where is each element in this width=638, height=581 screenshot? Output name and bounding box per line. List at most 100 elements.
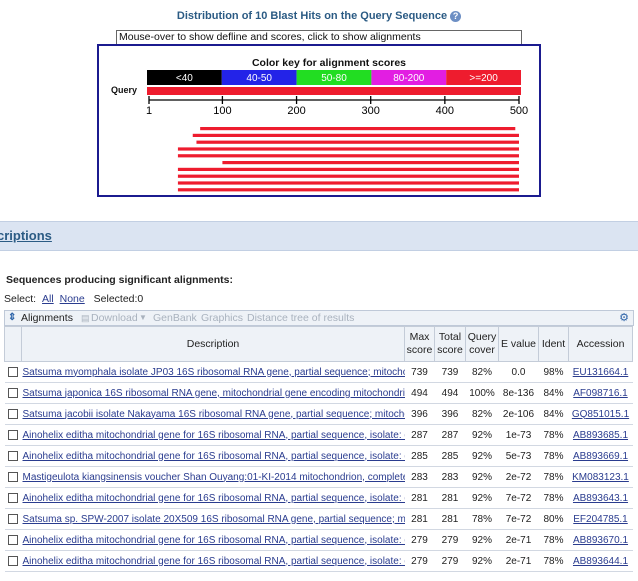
accession-link[interactable]: AB893670.1 — [573, 535, 628, 546]
accession-link[interactable]: KM083123.1 — [572, 472, 629, 483]
header-total-score[interactable]: Total score — [434, 326, 466, 362]
accession-link[interactable]: AB893669.1 — [573, 451, 628, 462]
description-link[interactable]: Ainohelix editha mitochondrial gene for … — [23, 451, 405, 462]
row-checkbox[interactable] — [8, 408, 18, 419]
max-score-cell: 494 — [404, 382, 435, 404]
table-row: Ainohelix editha mitochondrial gene for … — [4, 424, 633, 446]
accession-link[interactable]: EF204785.1 — [573, 514, 628, 525]
row-select-cell — [4, 382, 22, 404]
download-icon: ▤ — [81, 313, 90, 323]
description-cell: Ainohelix editha mitochondrial gene for … — [21, 550, 405, 572]
select-none-link[interactable]: None — [60, 293, 85, 305]
accession-link[interactable]: AB893644.1 — [573, 556, 628, 567]
help-icon[interactable]: ? — [450, 10, 462, 22]
e-value-cell: 7e-72 — [498, 508, 539, 530]
table-row: Satsuma japonica 16S ribosomal RNA gene,… — [4, 382, 633, 404]
description-link[interactable]: Satsuma sp. SPW-2007 isolate 20X509 16S … — [23, 514, 405, 525]
row-checkbox[interactable] — [8, 450, 18, 461]
query-cover-cell: 82% — [465, 403, 499, 425]
table-row: Satsuma myomphala isolate JP03 16S ribos… — [4, 361, 633, 383]
hit-bar — [192, 133, 519, 137]
description-cell: Satsuma myomphala isolate JP03 16S ribos… — [21, 361, 405, 383]
header-e-value[interactable]: E value — [498, 326, 539, 362]
accession-link[interactable]: EU131664.1 — [573, 367, 629, 378]
graphic-title-text: Distribution of 10 Blast Hits on the Que… — [176, 10, 448, 22]
description-link[interactable]: Ainohelix editha mitochondrial gene for … — [23, 556, 405, 567]
accession-cell: AF098716.1 — [568, 382, 633, 404]
query-cover-cell: 92% — [465, 466, 499, 488]
query-bar — [147, 87, 521, 95]
description-link[interactable]: Satsuma japonica 16S ribosomal RNA gene,… — [23, 388, 405, 399]
ident-cell: 84% — [538, 403, 569, 425]
hit-bar — [177, 147, 519, 151]
ruler-tick-label: 200 — [287, 105, 305, 117]
max-score-cell: 396 — [404, 403, 435, 425]
alignment-graphic: Color key for alignment scores <40 40-50 50… — [97, 44, 541, 197]
toolbar-genbank[interactable]: GenBank — [153, 311, 197, 325]
row-select-cell — [4, 424, 22, 446]
descriptions-section-header: criptions — [0, 221, 638, 251]
table-row: Ainohelix editha mitochondrial gene for … — [4, 445, 633, 467]
query-cover-cell: 82% — [465, 361, 499, 383]
description-cell: Ainohelix editha mitochondrial gene for … — [21, 529, 405, 551]
ident-cell: 78% — [538, 529, 569, 551]
row-select-cell — [4, 403, 22, 425]
accession-link[interactable]: AB893685.1 — [573, 430, 628, 441]
row-checkbox[interactable] — [8, 366, 18, 377]
hit-bar — [196, 140, 520, 144]
row-checkbox[interactable] — [8, 513, 18, 524]
total-score-cell: 285 — [434, 445, 466, 467]
accession-link[interactable]: AF098716.1 — [573, 388, 628, 399]
ruler-tick-label: 500 — [510, 105, 528, 117]
toolbar-distance-tree[interactable]: Distance tree of results — [247, 311, 354, 325]
collapse-icon[interactable]: ⇕ — [8, 311, 16, 325]
row-checkbox[interactable] — [8, 492, 18, 503]
descriptions-link[interactable]: criptions — [0, 228, 52, 243]
description-link[interactable]: Satsuma jacobii isolate Nakayama 16S rib… — [23, 409, 405, 420]
accession-link[interactable]: AB893643.1 — [573, 493, 628, 504]
color-key-label: 80-200 — [393, 73, 425, 84]
hit-bar — [177, 188, 519, 192]
toolbar-download[interactable]: Download — [91, 311, 138, 325]
table-row: Ainohelix editha mitochondrial gene for … — [4, 487, 633, 509]
ident-cell: 80% — [538, 508, 569, 530]
toolbar-graphics[interactable]: Graphics — [201, 311, 243, 325]
table-header-row: Description Max score Total score Query … — [4, 326, 633, 362]
max-score-cell: 281 — [404, 487, 435, 509]
max-score-cell: 279 — [404, 529, 435, 551]
accession-cell: AB893685.1 — [568, 424, 633, 446]
description-link[interactable]: Ainohelix editha mitochondrial gene for … — [23, 535, 405, 546]
select-all-link[interactable]: All — [42, 293, 54, 305]
row-select-cell — [4, 445, 22, 467]
query-label: Query — [111, 85, 137, 95]
header-accession[interactable]: Accession — [568, 326, 633, 362]
graphic-title: Distribution of 10 Blast Hits on the Que… — [0, 10, 638, 22]
row-checkbox[interactable] — [8, 387, 18, 398]
row-checkbox[interactable] — [8, 429, 18, 440]
max-score-cell: 279 — [404, 550, 435, 572]
description-link[interactable]: Satsuma myomphala isolate JP03 16S ribos… — [23, 367, 405, 378]
total-score-cell: 281 — [434, 487, 466, 509]
toolbar-alignments[interactable]: Alignments — [21, 311, 73, 325]
row-checkbox[interactable] — [8, 534, 18, 545]
row-checkbox[interactable] — [8, 555, 18, 566]
row-select-cell — [4, 361, 22, 383]
header-max-score[interactable]: Max score — [404, 326, 435, 362]
ident-cell: 84% — [538, 382, 569, 404]
header-description[interactable]: Description — [21, 326, 405, 362]
header-ident[interactable]: Ident — [538, 326, 569, 362]
description-cell: Satsuma jacobii isolate Nakayama 16S rib… — [21, 403, 405, 425]
accession-link[interactable]: GQ851015.1 — [572, 409, 629, 420]
ident-cell: 78% — [538, 550, 569, 572]
hit-bar — [200, 127, 516, 131]
accession-cell: AB893669.1 — [568, 445, 633, 467]
header-query-cover[interactable]: Query cover — [465, 326, 499, 362]
query-cover-cell: 92% — [465, 487, 499, 509]
max-score-cell: 287 — [404, 424, 435, 446]
settings-gear-icon[interactable]: ⚙ — [619, 311, 629, 325]
description-link[interactable]: Mastigeulota kiangsinensis voucher Shan … — [23, 472, 405, 483]
row-checkbox[interactable] — [8, 471, 18, 482]
description-link[interactable]: Ainohelix editha mitochondrial gene for … — [23, 493, 405, 504]
description-link[interactable]: Ainohelix editha mitochondrial gene for … — [23, 430, 405, 441]
total-score-cell: 279 — [434, 550, 466, 572]
